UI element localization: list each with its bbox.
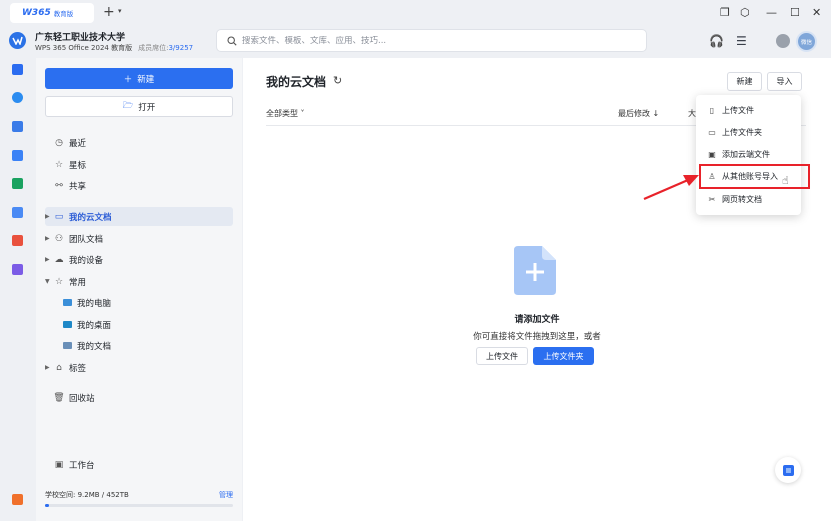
annotation-arrow [643,175,699,201]
